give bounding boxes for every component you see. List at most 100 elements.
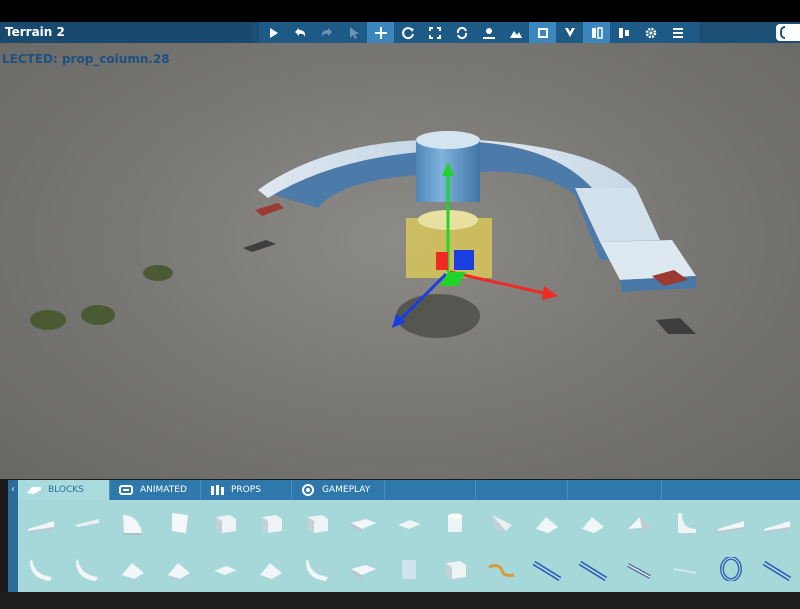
palette-item[interactable] <box>432 546 478 592</box>
props-icon <box>211 485 224 495</box>
pyramid-block-icon <box>628 517 651 531</box>
palette-item[interactable] <box>386 500 432 546</box>
selection-shadow <box>396 294 480 338</box>
palette-item[interactable] <box>754 546 800 592</box>
palette-item[interactable] <box>248 546 294 592</box>
scale-button[interactable] <box>421 22 448 43</box>
rotate-button[interactable] <box>394 22 421 43</box>
local-space-button[interactable] <box>529 22 556 43</box>
slab-block-icon <box>351 519 376 532</box>
settings-button[interactable] <box>637 22 664 43</box>
palette-item[interactable] <box>64 500 110 546</box>
split-view-button[interactable] <box>583 22 610 43</box>
redo-icon <box>321 27 332 37</box>
palette-item[interactable] <box>570 546 616 592</box>
select-cursor-button[interactable] <box>340 22 367 43</box>
redo-button[interactable] <box>313 22 340 43</box>
palette-item[interactable] <box>708 546 754 592</box>
palette-item[interactable] <box>616 546 662 592</box>
palette-item[interactable] <box>110 546 156 592</box>
tab-divider <box>567 480 568 500</box>
palette-item[interactable] <box>294 546 340 592</box>
palette-item[interactable] <box>248 500 294 546</box>
tab-divider <box>475 480 476 500</box>
palette-item[interactable] <box>662 500 708 546</box>
slope-block-icon <box>168 563 190 579</box>
selected-object-label: LECTED: prop_column.28 <box>2 52 170 66</box>
palette-item[interactable] <box>478 500 524 546</box>
palette-collapse-handle[interactable]: ‹ <box>8 480 18 592</box>
pivot-button[interactable] <box>610 22 637 43</box>
palette-item[interactable] <box>754 500 800 546</box>
refresh-icon <box>456 26 467 39</box>
palette-item[interactable] <box>616 500 662 546</box>
gameplay-icon <box>302 484 314 496</box>
arrow-decal-left <box>255 203 284 216</box>
palette-item[interactable] <box>156 546 202 592</box>
palette-item[interactable] <box>478 546 524 592</box>
tab-animated[interactable]: ANIMATED <box>110 480 200 500</box>
animated-icon <box>119 485 133 495</box>
cube-block-icon <box>216 515 236 533</box>
orange-rail-icon <box>488 564 515 577</box>
snap-ground-button[interactable] <box>475 22 502 43</box>
blue-track-icon <box>532 560 562 581</box>
move-icon <box>374 26 387 39</box>
curved-ramp-icon <box>306 559 328 581</box>
ramp-block-icon <box>764 521 790 533</box>
blue-track-icon <box>578 560 608 581</box>
refresh-button[interactable] <box>448 22 475 43</box>
angled-panel-icon <box>172 513 188 533</box>
undo-button[interactable] <box>286 22 313 43</box>
palette-item[interactable] <box>202 546 248 592</box>
palette-item[interactable] <box>340 500 386 546</box>
ramp-block-icon <box>718 521 744 533</box>
tab-props[interactable]: PROPS <box>201 480 291 500</box>
gizmo-plane-xy[interactable] <box>454 250 474 270</box>
palette-item[interactable] <box>708 500 754 546</box>
flat-tile-icon <box>214 566 237 575</box>
palette-item[interactable] <box>662 546 708 592</box>
gizmo-x-axis[interactable] <box>449 270 549 296</box>
menu-button[interactable] <box>664 22 691 43</box>
palette-item[interactable] <box>340 546 386 592</box>
window-title: Terrain 2 <box>0 22 252 43</box>
tab-label: BLOCKS <box>48 485 84 495</box>
palette-item[interactable] <box>64 546 110 592</box>
settings-icon <box>645 27 656 38</box>
ramp-block-icon <box>28 521 54 533</box>
play-button[interactable] <box>259 22 286 43</box>
rotate-icon <box>401 26 414 39</box>
cube-block-icon <box>446 561 466 579</box>
curved-ramp-icon <box>30 559 52 581</box>
palette-item[interactable] <box>570 500 616 546</box>
palette-item[interactable] <box>18 500 64 546</box>
block-palette-grid <box>18 500 800 592</box>
slope-block-icon <box>122 563 144 579</box>
palette-item[interactable] <box>432 500 478 546</box>
search-icon <box>780 26 785 39</box>
terrain-button[interactable] <box>502 22 529 43</box>
tab-gameplay[interactable]: GAMEPLAY <box>292 480 384 500</box>
palette-item[interactable] <box>156 500 202 546</box>
magnet-button[interactable] <box>556 22 583 43</box>
gizmo-x-arrow[interactable] <box>542 286 558 300</box>
palette-item[interactable] <box>294 500 340 546</box>
gizmo-plane-yz[interactable] <box>436 252 448 270</box>
slab-block-icon <box>351 565 376 578</box>
palette-item[interactable] <box>202 500 248 546</box>
palette-item[interactable] <box>110 500 156 546</box>
quarter-pipe-icon <box>678 513 696 533</box>
slope-block-icon <box>582 517 604 533</box>
column-top <box>416 131 480 149</box>
palette-item[interactable] <box>524 500 570 546</box>
palette-item[interactable] <box>386 546 432 592</box>
curved-ramp-icon <box>76 559 98 581</box>
palette-item[interactable] <box>18 546 64 592</box>
thin-rail-icon <box>673 568 697 574</box>
tab-blocks[interactable]: BLOCKS <box>18 480 109 500</box>
slope-block-icon <box>536 517 558 533</box>
terrain-icon <box>509 30 522 38</box>
palette-item[interactable] <box>524 546 570 592</box>
move-button[interactable] <box>367 22 394 43</box>
